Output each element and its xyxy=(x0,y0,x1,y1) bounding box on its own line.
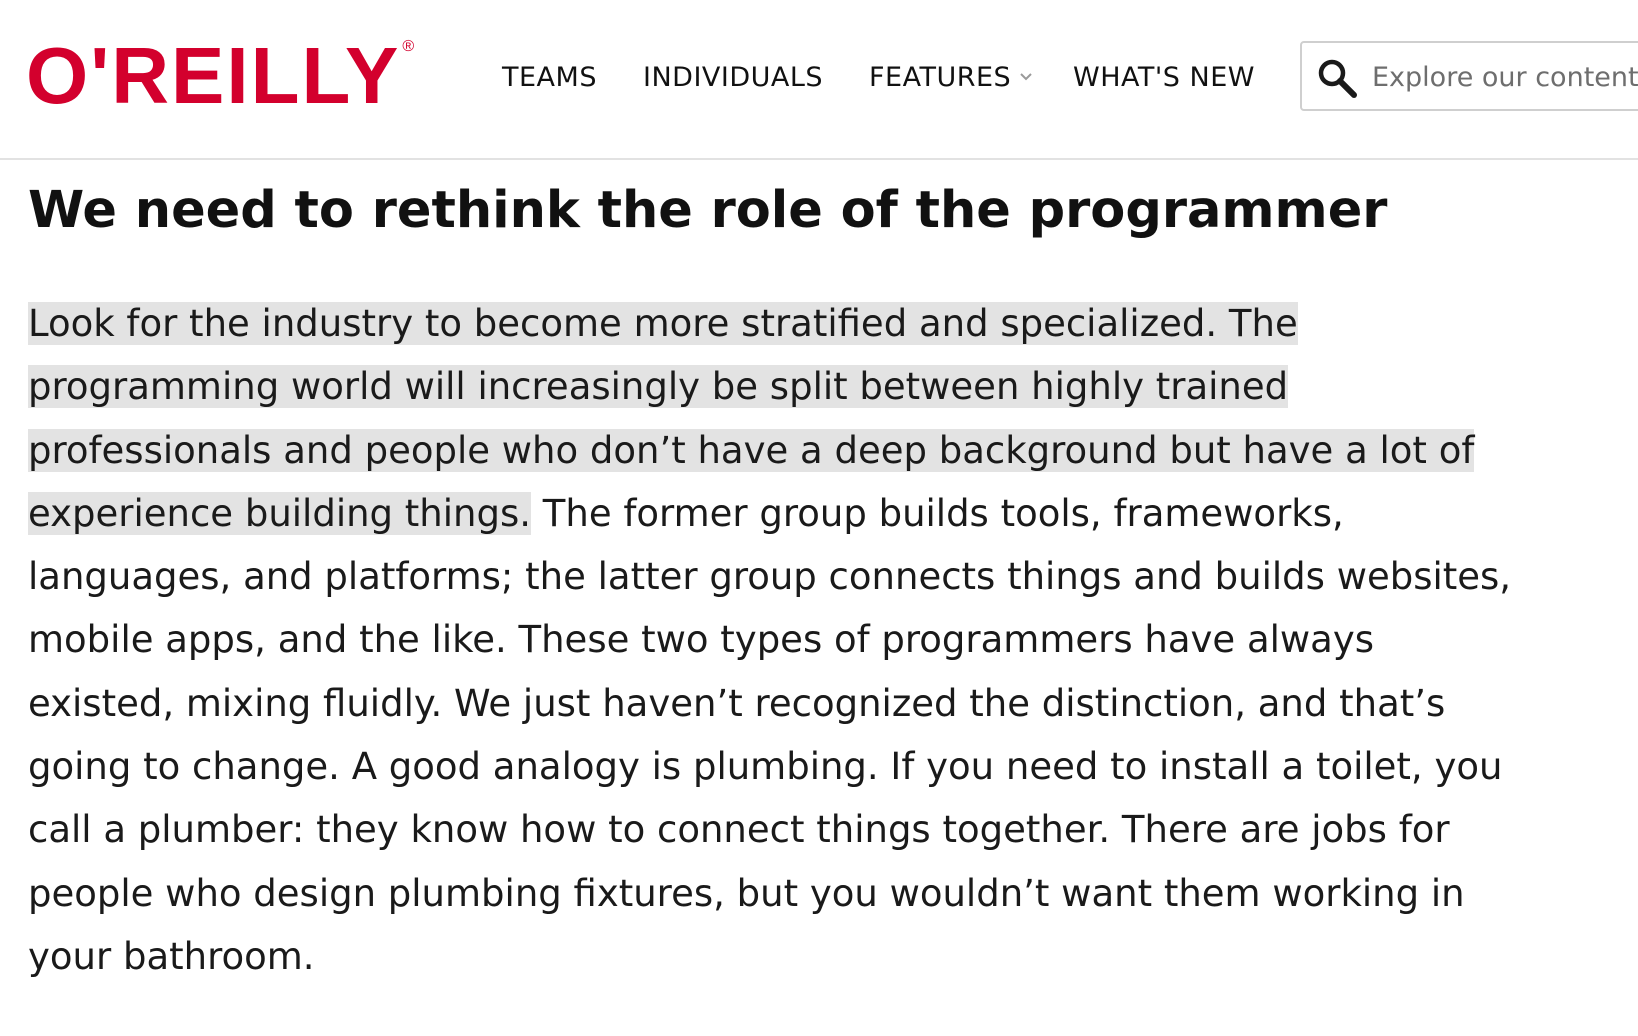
body-text: The former group builds tools, framework… xyxy=(531,491,1344,535)
highlighted-text: programming world will increasingly be s… xyxy=(28,365,1289,409)
body-text: your bathroom. xyxy=(28,934,315,978)
search-icon[interactable] xyxy=(1316,57,1358,99)
body-text: mobile apps, and the like. These two typ… xyxy=(28,618,1375,662)
paragraph-line: professionals and people who don’t have … xyxy=(28,419,1588,482)
chevron-down-icon[interactable] xyxy=(1020,71,1032,83)
body-text: languages, and platforms; the latter gro… xyxy=(28,555,1512,599)
paragraph-line: languages, and platforms; the latter gro… xyxy=(28,545,1588,608)
search-box[interactable] xyxy=(1300,41,1638,111)
nav-individuals[interactable]: INDIVIDUALS xyxy=(643,58,823,98)
paragraph-line: call a plumber: they know how to connect… xyxy=(28,798,1588,861)
paragraph-line: Look for the industry to become more str… xyxy=(28,292,1588,355)
body-text: existed, mixing fluidly. We just haven’t… xyxy=(28,681,1446,725)
nav-teams[interactable]: TEAMS xyxy=(502,58,597,98)
paragraph-line: people who design plumbing fixtures, but… xyxy=(28,862,1588,925)
oreilly-logo[interactable]: O'REILLY ® xyxy=(26,36,414,116)
body-text: call a plumber: they know how to connect… xyxy=(28,808,1450,852)
article-title: We need to rethink the role of the progr… xyxy=(28,181,1388,240)
body-text: going to change. A good analogy is plumb… xyxy=(28,745,1503,789)
body-text: people who design plumbing fixtures, but… xyxy=(28,871,1465,915)
registered-mark: ® xyxy=(402,38,415,55)
logo-wordmark: O'REILLY xyxy=(26,31,401,120)
article-paragraph: Look for the industry to become more str… xyxy=(28,292,1588,988)
paragraph-line: mobile apps, and the like. These two typ… xyxy=(28,608,1588,671)
highlighted-text: experience building things. xyxy=(28,491,532,535)
search-input[interactable] xyxy=(1372,55,1638,99)
nav-features[interactable]: FEATURES xyxy=(869,58,1011,98)
paragraph-line: programming world will increasingly be s… xyxy=(28,355,1588,418)
highlighted-text: Look for the industry to become more str… xyxy=(28,302,1298,345)
site-header: O'REILLY ® TEAMS INDIVIDUALS FEATURES WH… xyxy=(0,0,1638,160)
paragraph-line: existed, mixing fluidly. We just haven’t… xyxy=(28,672,1588,735)
nav-whats-new[interactable]: WHAT'S NEW xyxy=(1073,58,1255,98)
paragraph-line: experience building things. The former g… xyxy=(28,482,1588,545)
paragraph-line: your bathroom. xyxy=(28,925,1588,988)
highlighted-text: professionals and people who don’t have … xyxy=(28,428,1475,472)
paragraph-line: going to change. A good analogy is plumb… xyxy=(28,735,1588,798)
